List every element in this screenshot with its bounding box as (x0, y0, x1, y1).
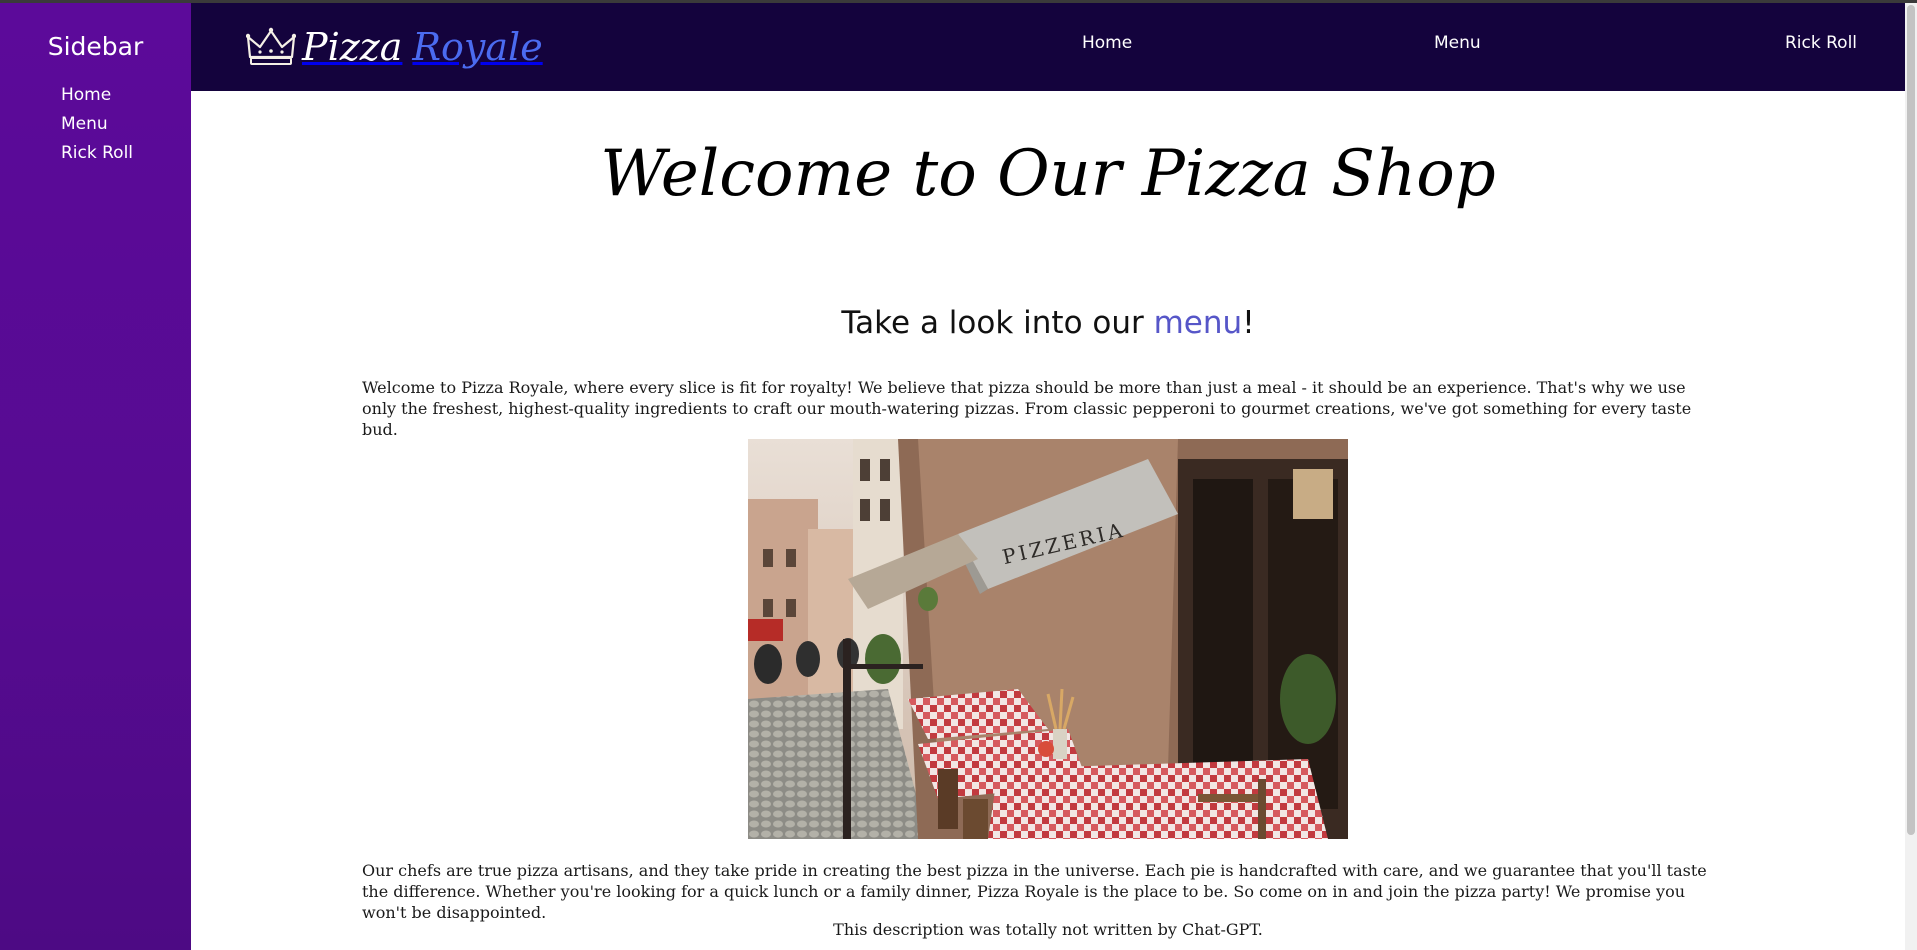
footnote: This description was totally not written… (833, 920, 1263, 939)
sidebar-item-home[interactable]: Home (61, 81, 133, 110)
brand-name-pizza: Pizza (302, 25, 403, 69)
scrollbar-thumb[interactable] (1907, 5, 1915, 835)
nav-link-menu[interactable]: Menu (1434, 33, 1481, 53)
vertical-scrollbar[interactable] (1905, 3, 1917, 950)
sidebar-item-rick-roll[interactable]: Rick Roll (61, 139, 133, 168)
main-content: Welcome to Our Pizza Shop Take a look in… (191, 91, 1905, 950)
top-navbar: Pizza Royale Home Menu Rick Roll (191, 3, 1905, 91)
menu-subheading: Take a look into our menu! (191, 305, 1905, 341)
brand-name-royale: Royale (412, 25, 543, 69)
crown-icon (246, 27, 296, 65)
intro-paragraph: Welcome to Pizza Royale, where every sli… (362, 378, 1692, 439)
nav-link-rick-roll[interactable]: Rick Roll (1785, 33, 1857, 53)
sidebar: Sidebar Home Menu Rick Roll (0, 3, 191, 950)
menu-link[interactable]: menu (1154, 305, 1243, 341)
page-title: Welcome to Our Pizza Shop (600, 137, 1496, 211)
nav-link-home[interactable]: Home (1082, 33, 1132, 53)
sidebar-item-menu[interactable]: Menu (61, 110, 133, 139)
pizzeria-photo: PIZZERIA (748, 439, 1348, 839)
subheading-prefix: Take a look into our (841, 305, 1154, 341)
chefs-paragraph: Our chefs are true pizza artisans, and t… (362, 861, 1707, 922)
sidebar-title: Sidebar (47, 32, 144, 61)
subheading-suffix: ! (1242, 305, 1255, 341)
sidebar-nav: Home Menu Rick Roll (61, 81, 133, 168)
brand-logo[interactable]: Pizza Royale (246, 19, 543, 75)
